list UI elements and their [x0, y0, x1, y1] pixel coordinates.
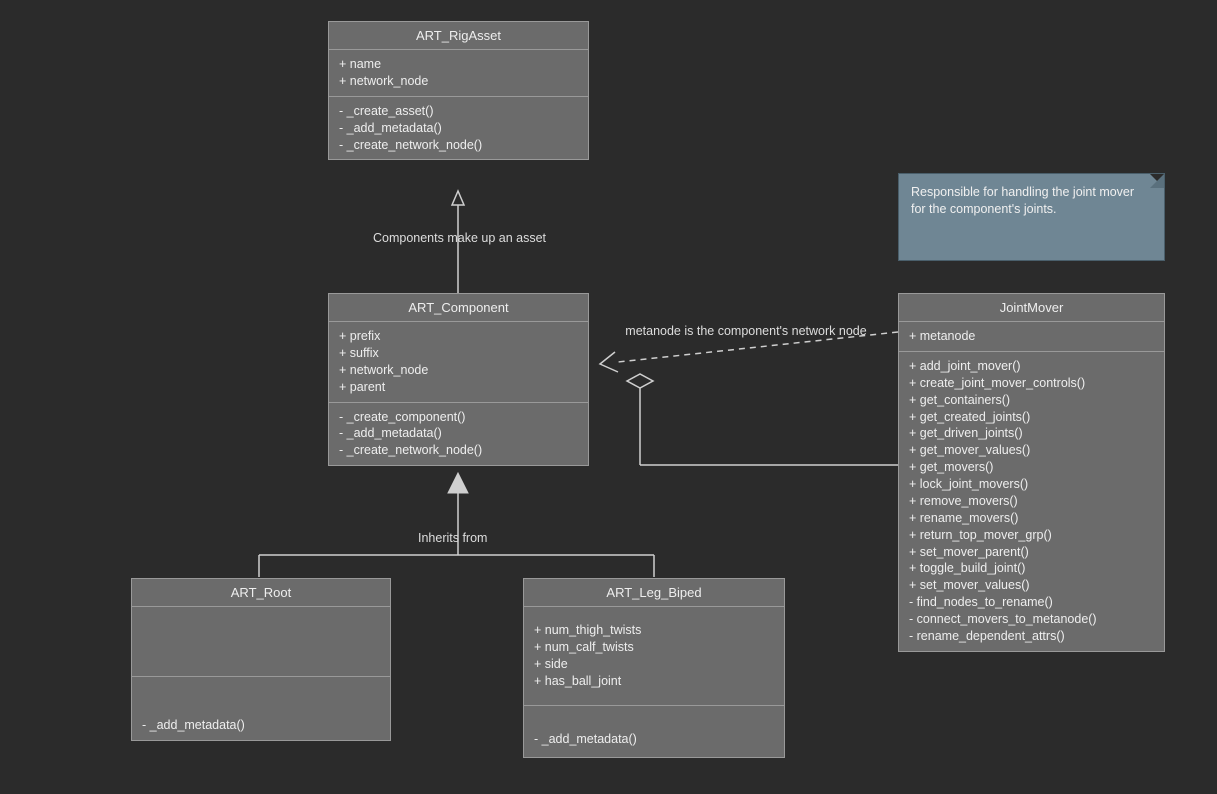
op: - rename_dependent_attrs()	[909, 628, 1154, 645]
op: - _add_metadata()	[339, 120, 578, 137]
attr: + num_thigh_twists	[534, 622, 774, 639]
attr: + suffix	[339, 345, 578, 362]
op: - _add_metadata()	[142, 717, 380, 734]
op: - find_nodes_to_rename()	[909, 594, 1154, 611]
op: + get_driven_joints()	[909, 425, 1154, 442]
note-joint-mover: Responsible for handling the joint mover…	[898, 173, 1165, 261]
op: - connect_movers_to_metanode()	[909, 611, 1154, 628]
note-text: Responsible for handling the joint mover…	[911, 185, 1134, 216]
class-ops: - _create_component() - _add_metadata() …	[329, 403, 588, 466]
attr: + parent	[339, 379, 578, 396]
op: - _add_metadata()	[534, 731, 774, 748]
class-title: JointMover	[899, 294, 1164, 322]
attr: + has_ball_joint	[534, 673, 774, 690]
class-attrs: + name + network_node	[329, 50, 588, 97]
class-title: ART_Leg_Biped	[524, 579, 784, 607]
op: + set_mover_parent()	[909, 544, 1154, 561]
op: + set_mover_values()	[909, 577, 1154, 594]
class-art-rig-asset: ART_RigAsset + name + network_node - _cr…	[328, 21, 589, 160]
class-joint-mover: JointMover + metanode + add_joint_mover(…	[898, 293, 1165, 652]
op: + create_joint_mover_controls()	[909, 375, 1154, 392]
note-fold-icon	[1150, 174, 1164, 188]
class-ops: - _add_metadata()	[524, 706, 784, 758]
class-attrs: + prefix + suffix + network_node + paren…	[329, 322, 588, 403]
op: + get_mover_values()	[909, 442, 1154, 459]
op: - _create_asset()	[339, 103, 578, 120]
class-attrs	[132, 607, 390, 677]
class-title: ART_Component	[329, 294, 588, 322]
class-ops: - _create_asset() - _add_metadata() - _c…	[329, 97, 588, 160]
class-art-root: ART_Root - _add_metadata()	[131, 578, 391, 741]
class-ops: + add_joint_mover() + create_joint_mover…	[899, 352, 1164, 651]
attr: + network_node	[339, 73, 578, 90]
class-attrs: + metanode	[899, 322, 1164, 352]
op: + get_movers()	[909, 459, 1154, 476]
class-title: ART_RigAsset	[329, 22, 588, 50]
op: + get_containers()	[909, 392, 1154, 409]
attr: + network_node	[339, 362, 578, 379]
op: - _add_metadata()	[339, 425, 578, 442]
attr: + name	[339, 56, 578, 73]
attr: + num_calf_twists	[534, 639, 774, 656]
label-components-make-up-asset: Components make up an asset	[362, 231, 557, 245]
attr: + prefix	[339, 328, 578, 345]
class-attrs: + num_thigh_twists + num_calf_twists + s…	[524, 607, 784, 706]
attr: + metanode	[909, 328, 1154, 345]
label-metanode: metanode is the component's network node	[606, 324, 886, 338]
op: - _create_network_node()	[339, 137, 578, 154]
op: - _create_component()	[339, 409, 578, 426]
op: + lock_joint_movers()	[909, 476, 1154, 493]
class-art-component: ART_Component + prefix + suffix + networ…	[328, 293, 589, 466]
attr: + side	[534, 656, 774, 673]
class-ops: - _add_metadata()	[132, 677, 390, 740]
op: + rename_movers()	[909, 510, 1154, 527]
label-inherits-from: Inherits from	[418, 531, 487, 545]
class-art-leg-biped: ART_Leg_Biped + num_thigh_twists + num_c…	[523, 578, 785, 758]
op: - _create_network_node()	[339, 442, 578, 459]
op: + add_joint_mover()	[909, 358, 1154, 375]
op: + get_created_joints()	[909, 409, 1154, 426]
op: + return_top_mover_grp()	[909, 527, 1154, 544]
op: + remove_movers()	[909, 493, 1154, 510]
class-title: ART_Root	[132, 579, 390, 607]
op: + toggle_build_joint()	[909, 560, 1154, 577]
